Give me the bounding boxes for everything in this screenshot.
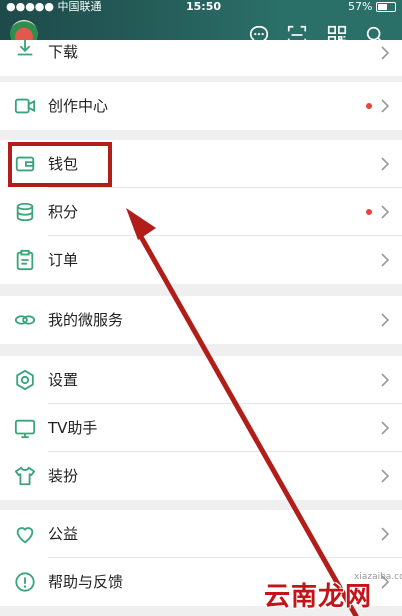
menu-item-tv-assistant[interactable]: TV助手 [0, 404, 402, 452]
menu-item-download[interactable]: 下载 [0, 39, 402, 76]
chevron-right-icon [381, 373, 390, 387]
heart-icon [16, 527, 34, 544]
chevron-right-icon [381, 205, 390, 219]
battery-area: 57% [348, 0, 396, 14]
menu-item-settings[interactable]: 设置 [0, 356, 402, 404]
chevron-right-icon [381, 527, 390, 541]
menu-item-my-microservices[interactable]: 我的微服务 [0, 296, 402, 344]
menu-item-label: 设置 [48, 371, 79, 389]
video-camera-icon [14, 98, 36, 114]
menu-item-charity[interactable]: 公益 [0, 510, 402, 558]
watermark-sub: xiazaiba.com [354, 572, 402, 582]
watermark: 云南龙网 xiazaiba.com [264, 572, 402, 612]
notification-dot [366, 209, 372, 215]
chevron-right-icon [381, 157, 390, 171]
chevron-right-icon [381, 313, 390, 327]
menu-item-label: 下载 [48, 43, 79, 61]
status-bar: ●●●●● 中国联通 15:50 57% [0, 0, 402, 14]
menu-item-label: 创作中心 [48, 97, 109, 115]
download-icon [17, 39, 33, 56]
menu-item-label: 我的微服务 [48, 311, 124, 329]
wallet-highlight-box [8, 142, 112, 187]
notification-dot [366, 103, 372, 109]
menu-item-label: 积分 [48, 203, 79, 221]
info-circle-icon [15, 572, 35, 592]
chevron-right-icon [381, 46, 390, 60]
menu-item-orders[interactable]: 订单 [0, 236, 402, 284]
menu-item-label: 订单 [48, 251, 79, 269]
chevron-right-icon [381, 253, 390, 267]
clipboard-icon [16, 249, 34, 271]
link-icon [14, 315, 36, 325]
menu-item-points[interactable]: 积分 [0, 188, 402, 236]
clock-text: 15:50 [186, 0, 222, 13]
carrier-text: ●●●●● 中国联通 [6, 0, 102, 13]
app-root: ●●●●● 中国联通 15:50 57% 下载 创作中心 钱包 积分 订单 我的… [0, 0, 402, 616]
coins-icon [16, 202, 34, 222]
menu-item-label: 装扮 [48, 467, 79, 485]
menu-item-outfit[interactable]: 装扮 [0, 452, 402, 500]
battery-percent: 57% [348, 0, 373, 13]
menu-item-creator-center[interactable]: 创作中心 [0, 82, 402, 130]
battery-icon [376, 2, 396, 12]
menu-item-label: 公益 [48, 525, 79, 543]
tshirt-icon [14, 466, 36, 486]
chevron-right-icon [381, 99, 390, 113]
tv-icon [14, 419, 36, 439]
menu-item-label: 帮助与反馈 [48, 573, 124, 591]
menu-item-label: TV助手 [48, 419, 98, 437]
chevron-right-icon [381, 469, 390, 483]
chevron-right-icon [381, 421, 390, 435]
gear-icon [16, 369, 34, 391]
